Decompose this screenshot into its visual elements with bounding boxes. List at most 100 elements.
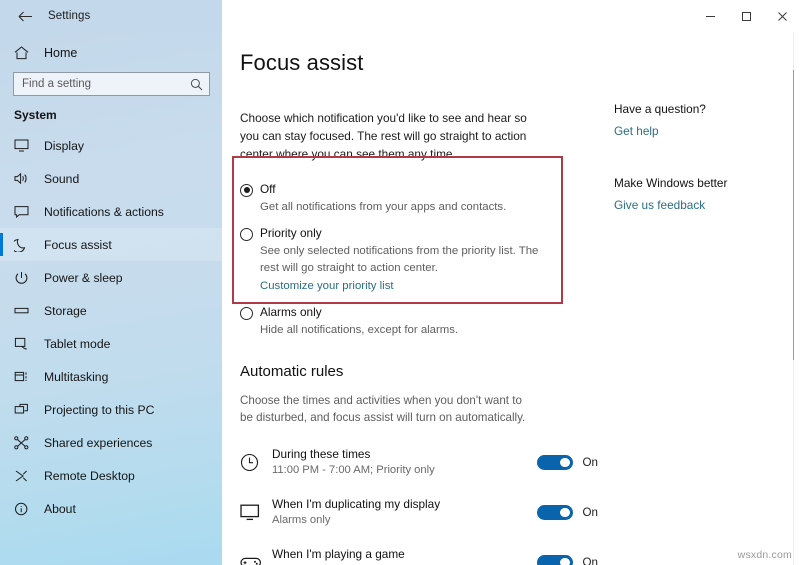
radio-mark: [240, 182, 260, 215]
radio-button-off[interactable]: [240, 183, 253, 197]
rule-text: During these times 11:00 PM - 7:00 AM; P…: [272, 447, 537, 478]
page-description: Choose which notification you'd like to …: [240, 111, 527, 161]
back-arrow-icon[interactable]: [12, 4, 38, 28]
maximize-icon[interactable]: [728, 0, 764, 32]
radio-description: Get all notifications from your apps and…: [260, 200, 507, 213]
info-icon: [14, 500, 36, 518]
rule-playing-game[interactable]: When I'm playing a game Alarms only On: [240, 542, 602, 565]
radio-body: Off Get all notifications from your apps…: [260, 182, 602, 215]
sidebar-item-sound[interactable]: Sound: [0, 162, 222, 195]
search-container: [0, 72, 222, 96]
help-heading: Have a question?: [614, 102, 706, 116]
main-content: Focus assist Choose which notification y…: [222, 32, 800, 565]
radio-option-alarms-only[interactable]: Alarms only Hide all notifications, exce…: [240, 305, 602, 338]
watermark: wsxdn.com: [737, 549, 792, 561]
radio-button-priority-only[interactable]: [240, 228, 253, 242]
customize-priority-list-link[interactable]: Customize your priority list: [260, 280, 394, 292]
sidebar-nav-list: Display Sound Notifications & actions Fo…: [0, 129, 222, 525]
help-heading: Make Windows better: [614, 176, 728, 190]
sidebar-item-power-sleep[interactable]: Power & sleep: [0, 261, 222, 294]
toggle-playing-game[interactable]: [536, 554, 573, 565]
sidebar-item-focus-assist[interactable]: Focus assist: [0, 228, 222, 261]
tablet-icon: [14, 335, 36, 353]
automatic-rules-description: Choose the times and activities when you…: [240, 393, 526, 425]
home-label: Home: [44, 46, 78, 60]
help-column: Have a question? Get help Make Windows b…: [610, 50, 800, 565]
toggle-knob: [560, 557, 570, 565]
search-icon: [190, 78, 203, 91]
sidebar-item-home[interactable]: Home: [0, 38, 222, 68]
rule-toggle-container: On: [536, 454, 602, 470]
radio-label: Alarms only: [260, 305, 322, 320]
sidebar-item-label: Display: [44, 138, 84, 153]
home-icon: [14, 46, 38, 60]
monitor-icon: [14, 137, 36, 155]
notification-icon: [14, 203, 36, 221]
radio-description: See only selected notifications from the…: [260, 245, 539, 274]
minimize-icon[interactable]: [692, 0, 728, 32]
scrollbar-thumb[interactable]: [792, 70, 794, 360]
focus-mode-radio-group: Off Get all notifications from your apps…: [240, 182, 602, 339]
rule-during-these-times[interactable]: During these times 11:00 PM - 7:00 AM; P…: [240, 442, 602, 482]
sidebar: Home System: [0, 32, 222, 565]
sidebar-item-label: Power & sleep: [44, 270, 123, 285]
radio-mark: [240, 305, 260, 338]
sidebar-item-multitasking[interactable]: Multitasking: [0, 360, 222, 393]
storage-icon: [14, 302, 36, 320]
radio-label: Off: [260, 181, 276, 196]
sidebar-item-shared-experiences[interactable]: Shared experiences: [0, 426, 222, 459]
rule-toggle-container: On: [536, 554, 602, 565]
rule-title: When I'm duplicating my display: [272, 496, 441, 511]
rule-toggle-container: On: [536, 504, 602, 520]
title-bar-left: Settings: [0, 0, 222, 32]
sidebar-item-tablet-mode[interactable]: Tablet mode: [0, 327, 222, 360]
sidebar-item-about[interactable]: About: [0, 492, 222, 525]
shared-icon: [14, 434, 36, 452]
sidebar-item-storage[interactable]: Storage: [0, 294, 222, 327]
sidebar-item-remote-desktop[interactable]: Remote Desktop: [0, 459, 222, 492]
toggle-state-label: On: [582, 555, 598, 565]
remote-desktop-icon: [14, 467, 36, 485]
help-block-feedback: Make Windows better Give us feedback: [614, 176, 800, 214]
toggle-during-these-times[interactable]: [536, 454, 573, 470]
radio-description: Hide all notifications, except for alarm…: [260, 324, 459, 337]
radio-mark: [240, 226, 260, 294]
give-feedback-link[interactable]: Give us feedback: [614, 198, 705, 212]
clock-icon: [240, 453, 272, 472]
sidebar-item-notifications[interactable]: Notifications & actions: [0, 195, 222, 228]
sidebar-item-label: About: [44, 501, 76, 516]
speaker-icon: [14, 170, 36, 188]
toggle-knob: [560, 507, 570, 518]
monitor-icon: [240, 504, 272, 521]
sidebar-item-projecting[interactable]: Projecting to this PC: [0, 393, 222, 426]
sidebar-item-label: Multitasking: [44, 369, 109, 384]
get-help-link[interactable]: Get help: [614, 124, 659, 138]
power-icon: [14, 269, 36, 287]
window-body: Home System: [0, 32, 800, 565]
radio-option-priority-only[interactable]: Priority only See only selected notifica…: [240, 226, 602, 294]
toggle-duplicating-display[interactable]: [536, 504, 573, 520]
radio-body: Alarms only Hide all notifications, exce…: [260, 305, 602, 338]
close-icon[interactable]: [764, 0, 800, 32]
automatic-rules-heading: Automatic rules: [240, 362, 344, 380]
search-input[interactable]: [22, 78, 190, 90]
sidebar-item-label: Storage: [44, 303, 87, 318]
settings-window: Settings Home Find a setting System Disp…: [0, 0, 800, 565]
radio-button-alarms-only[interactable]: [240, 307, 253, 321]
multitasking-icon: [14, 368, 36, 386]
sidebar-item-display[interactable]: Display: [0, 129, 222, 162]
sidebar-item-label: Tablet mode: [44, 336, 111, 351]
help-block-question: Have a question? Get help: [614, 102, 800, 140]
window-controls: [692, 0, 800, 32]
rule-duplicating-display[interactable]: When I'm duplicating my display Alarms o…: [240, 492, 602, 532]
sidebar-item-label: Notifications & actions: [44, 204, 164, 219]
gamepad-icon: [240, 555, 272, 565]
title-bar-drag-area: [222, 0, 692, 32]
toggle-state-label: On: [582, 455, 598, 469]
search-box[interactable]: [13, 72, 210, 96]
toggle-state-label: On: [582, 505, 598, 519]
sidebar-item-label: Focus assist: [44, 237, 112, 252]
radio-option-off[interactable]: Off Get all notifications from your apps…: [240, 182, 602, 215]
window-title: Settings: [48, 10, 91, 22]
sidebar-item-label: Sound: [44, 171, 80, 186]
